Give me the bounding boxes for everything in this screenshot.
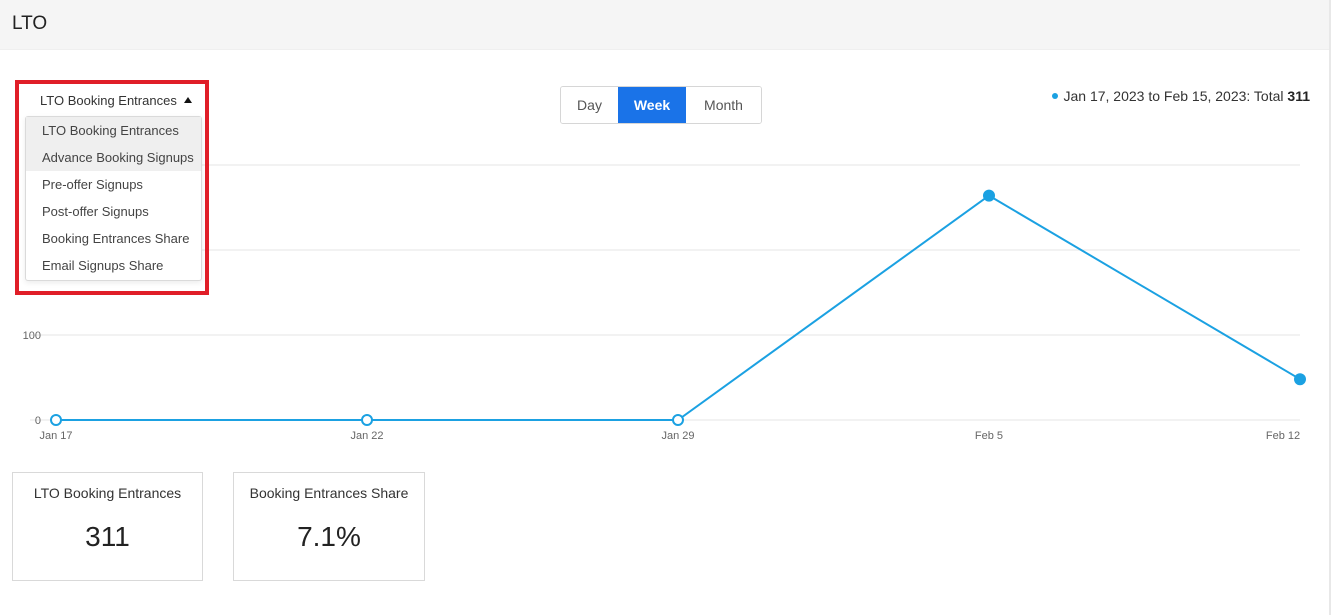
- x-tick-label: Feb 12: [1266, 430, 1300, 442]
- granularity-toggle: Day Week Month: [560, 86, 762, 124]
- legend-total: 311: [1287, 88, 1310, 104]
- dropdown-option-email-signups-share[interactable]: Email Signups Share: [26, 252, 201, 279]
- dropdown-option-advance-booking-signups[interactable]: Advance Booking Signups: [26, 144, 201, 171]
- y-tick-label: 100: [23, 330, 41, 342]
- metric-dropdown-menu: LTO Booking Entrances Advance Booking Si…: [25, 116, 202, 281]
- x-tick-label: Feb 5: [975, 430, 1003, 442]
- stat-card-booking-entrances-share: Booking Entrances Share 7.1%: [233, 472, 425, 581]
- caret-up-icon: [183, 97, 192, 103]
- y-tick-label: 0: [35, 415, 41, 427]
- stat-card-lto-booking-entrances: LTO Booking Entrances 311: [12, 472, 203, 581]
- metric-dropdown-toggle[interactable]: LTO Booking Entrances: [40, 93, 192, 108]
- data-point[interactable]: [50, 414, 62, 426]
- dropdown-option-booking-entrances-share[interactable]: Booking Entrances Share: [26, 225, 201, 252]
- x-tick-label: Jan 22: [350, 430, 383, 442]
- legend-range: Jan 17, 2023 to Feb 15, 2023: Total: [1063, 88, 1288, 104]
- stat-card-label: LTO Booking Entrances: [33, 485, 182, 501]
- legend-dot-icon: [1052, 93, 1059, 99]
- x-tick-label: Jan 29: [661, 430, 694, 442]
- stat-card-value: 311: [85, 521, 130, 552]
- stat-card-label: Booking Entrances Share: [249, 485, 409, 501]
- x-tick-label: Jan 17: [39, 430, 72, 442]
- data-point[interactable]: [361, 414, 373, 426]
- week-button[interactable]: Week: [618, 87, 686, 123]
- metric-dropdown-selected: LTO Booking Entrances: [40, 93, 177, 108]
- month-button[interactable]: Month: [686, 87, 761, 123]
- chart-legend: Jan 17, 2023 to Feb 15, 2023: Total 311: [1052, 88, 1310, 104]
- dropdown-option-pre-offer-signups[interactable]: Pre-offer Signups: [26, 171, 201, 198]
- data-point[interactable]: [672, 414, 684, 426]
- stat-card-value: 7.1%: [297, 521, 361, 552]
- dropdown-option-lto-booking-entrances[interactable]: LTO Booking Entrances: [26, 117, 201, 144]
- series-line: [56, 194, 1301, 421]
- data-point[interactable]: [983, 189, 995, 202]
- dropdown-option-post-offer-signups[interactable]: Post-offer Signups: [26, 198, 201, 225]
- day-button[interactable]: Day: [561, 87, 618, 123]
- data-point[interactable]: [1294, 373, 1306, 386]
